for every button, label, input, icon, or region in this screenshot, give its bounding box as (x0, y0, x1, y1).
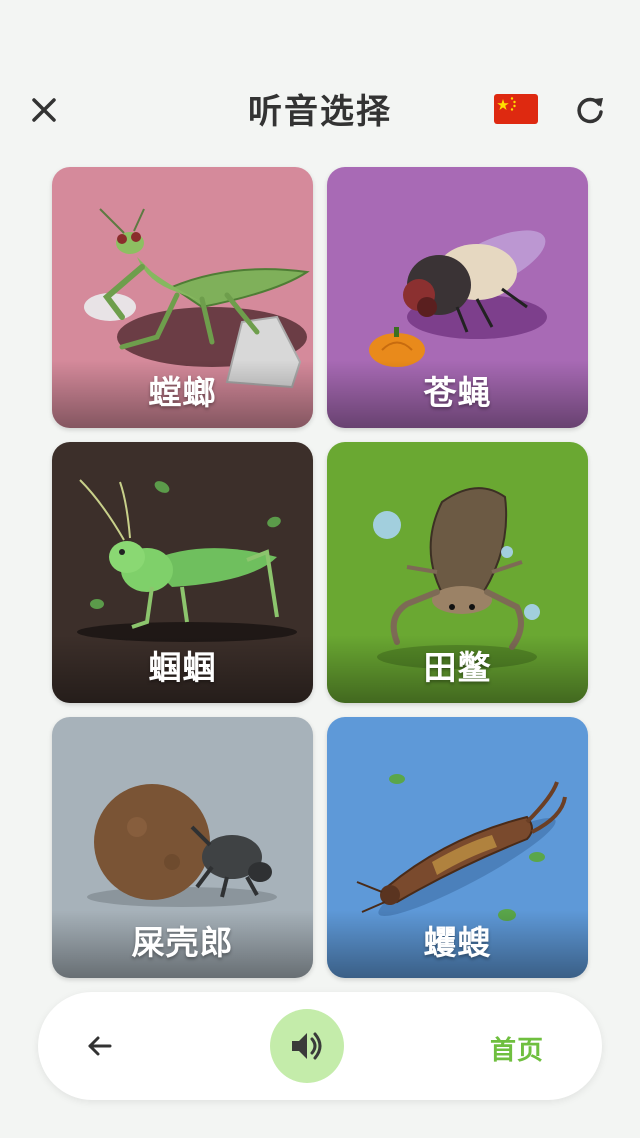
play-sound-button[interactable] (270, 1009, 344, 1083)
china-flag-icon[interactable] (494, 94, 538, 124)
home-link[interactable]: 首页 (490, 1030, 544, 1067)
refresh-icon[interactable] (572, 92, 608, 128)
answer-card-water-bug[interactable]: 田鳖 (327, 442, 588, 703)
bottom-bar: 首页 (38, 992, 602, 1100)
arrow-left-icon[interactable] (82, 1028, 118, 1064)
card-label: 螳螂 (148, 373, 217, 412)
card-label: 蝈蝈 (148, 648, 217, 687)
card-label: 田鳖 (423, 648, 492, 687)
card-label: 苍蝇 (423, 373, 492, 412)
answer-card-fly[interactable]: 苍蝇 (327, 167, 588, 428)
card-label: 蠼螋 (423, 923, 492, 962)
header: 听音选择 (0, 70, 640, 150)
answer-card-mantis[interactable]: 螳螂 (52, 167, 313, 428)
card-label: 屎壳郎 (131, 923, 234, 962)
speaker-icon (292, 1032, 322, 1060)
answer-card-dung-beetle[interactable]: 屎壳郎 (52, 717, 313, 978)
answer-card-katydid[interactable]: 蝈蝈 (52, 442, 313, 703)
answer-card-earwig[interactable]: 蠼螋 (327, 717, 588, 978)
page-title: 听音选择 (248, 92, 392, 132)
